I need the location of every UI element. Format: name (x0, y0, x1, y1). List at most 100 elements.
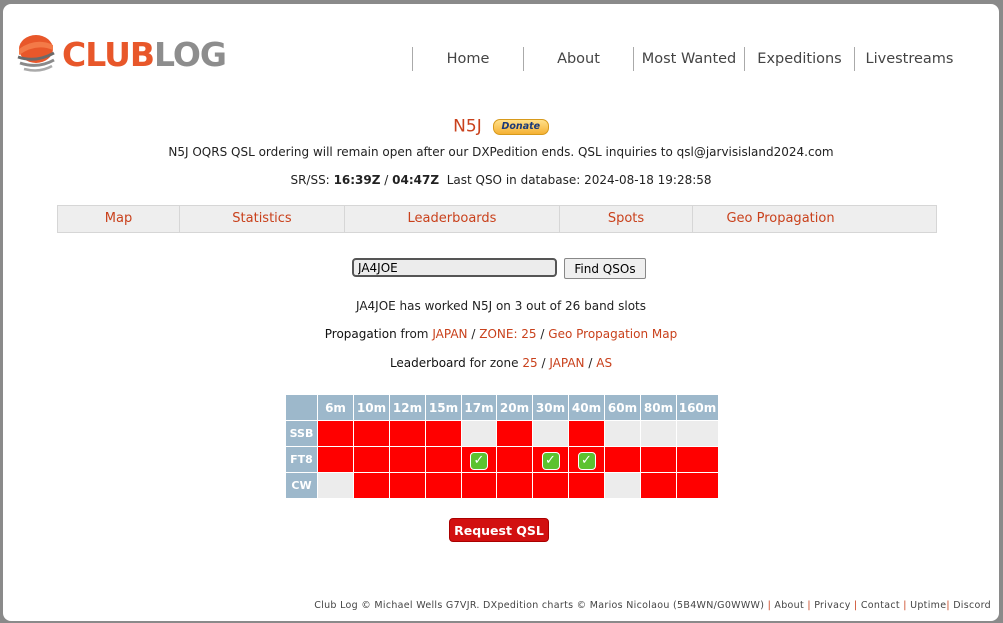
footer-separator: | (903, 600, 907, 611)
tab-leaderboards[interactable]: Leaderboards (345, 206, 560, 232)
clublog-logo[interactable]: CLUBLOG (16, 31, 227, 81)
slot-cell-needed (353, 446, 390, 473)
footer: Club Log © Michael Wells G7VJR. DXpediti… (314, 600, 991, 611)
slot-cell-empty (604, 472, 641, 499)
tab-map[interactable]: Map (58, 206, 180, 232)
last-qso-label: Last QSO in database: (446, 173, 581, 187)
leaderboard-zone-link[interactable]: 25 (522, 356, 537, 370)
leaderboard-country-link[interactable]: JAPAN (549, 356, 584, 370)
nav-most-wanted[interactable]: Most Wanted (633, 47, 744, 71)
footer-separator: | (854, 600, 858, 611)
last-qso-value: 2024-08-18 19:28:58 (584, 173, 712, 187)
nav-livestreams[interactable]: Livestreams (854, 47, 964, 71)
slot-cell-worked: ✓ (532, 446, 569, 473)
footer-link-contact[interactable]: Contact (861, 600, 900, 611)
donate-button[interactable]: Donate (492, 118, 549, 135)
separator-slash: / (540, 327, 545, 341)
slot-cell-needed (640, 446, 677, 473)
slot-cell-needed (568, 420, 605, 447)
propagation-country-link[interactable]: JAPAN (432, 327, 467, 341)
nav-expeditions[interactable]: Expeditions (744, 47, 854, 71)
sunrise-time: 16:39Z (333, 173, 381, 187)
tab-geo-propagation[interactable]: Geo Propagation (693, 206, 868, 232)
footer-separator: | (767, 600, 772, 611)
slot-cell-needed (461, 472, 497, 499)
slot-cell-empty (676, 420, 719, 447)
slot-cell-empty (317, 472, 354, 499)
mode-header: CW (285, 472, 318, 499)
logo-log-text: LOG (154, 35, 227, 74)
slot-cell-needed (604, 446, 641, 473)
page-frame: CLUBLOG Home About Most Wanted Expeditio… (3, 4, 999, 621)
band-header: 160m (676, 394, 719, 421)
band-header: 17m (461, 394, 497, 421)
slot-cell-needed (389, 472, 426, 499)
slot-cell-empty (532, 420, 569, 447)
callsign-search-input[interactable] (352, 258, 557, 277)
band-slot-grid: 6m 10m 12m 15m 17m 20m 30m 40m 60m 80m 160m SSB FT8 ✓… (285, 394, 719, 499)
checkmark-icon: ✓ (577, 452, 596, 470)
slot-cell-needed (425, 420, 462, 447)
slot-cell-needed (389, 446, 426, 473)
footer-link-privacy[interactable]: Privacy (814, 600, 851, 611)
propagation-zone-link[interactable]: ZONE: 25 (479, 327, 536, 341)
slot-cell-worked: ✓ (461, 446, 497, 473)
slot-cell-needed (389, 420, 426, 447)
tab-spots[interactable]: Spots (560, 206, 693, 232)
propagation-from-text: from (400, 327, 429, 341)
leaderboard-for-zone-text: for zone (469, 356, 519, 370)
page-title: N5J (453, 116, 482, 137)
slot-cell-needed (425, 446, 462, 473)
leaderboard-continent-link[interactable]: AS (596, 356, 612, 370)
slot-cell-needed (496, 446, 533, 473)
band-header: 6m (317, 394, 354, 421)
find-qsos-button[interactable]: Find QSOs (564, 258, 646, 279)
mode-header: SSB (285, 420, 318, 447)
section-tabs: Map Statistics Leaderboards Spots Geo Pr… (57, 205, 937, 233)
grid-corner (285, 394, 318, 421)
slot-cell-empty (461, 420, 497, 447)
leaderboard-line: Leaderboard for zone 25 / JAPAN / AS (3, 356, 999, 370)
slot-cell-needed (353, 420, 390, 447)
band-header: 12m (389, 394, 426, 421)
band-header: 30m (532, 394, 569, 421)
sunset-time: 04:47Z (392, 173, 440, 187)
nav-about[interactable]: About (523, 47, 633, 71)
band-header: 60m (604, 394, 641, 421)
footer-link-about[interactable]: About (774, 600, 804, 611)
nav-home[interactable]: Home (412, 47, 523, 71)
tab-statistics[interactable]: Statistics (180, 206, 345, 232)
result-summary: JA4JOE has worked N5J on 3 out of 26 ban… (355, 299, 646, 313)
band-header: 40m (568, 394, 605, 421)
propagation-heading: Propagation (324, 327, 397, 341)
geo-propagation-map-link[interactable]: Geo Propagation Map (548, 327, 677, 341)
slot-cell-needed (640, 472, 677, 499)
slot-cell-needed (568, 472, 605, 499)
separator-slash: / (471, 327, 476, 341)
slot-cell-needed (425, 472, 462, 499)
leaderboard-heading: Leaderboard (389, 356, 466, 370)
request-qsl-button[interactable]: Request QSL (449, 518, 549, 542)
slot-cell-needed (353, 472, 390, 499)
footer-separator: | (807, 600, 811, 611)
band-header: 15m (425, 394, 462, 421)
footer-separator: | (946, 600, 950, 611)
top-nav: Home About Most Wanted Expeditions Lives… (412, 46, 964, 72)
propagation-line: Propagation from JAPAN / ZONE: 25 / Geo … (3, 327, 999, 341)
band-header: 10m (353, 394, 390, 421)
slot-cell-needed (317, 446, 354, 473)
title-row: N5J Donate (3, 116, 999, 137)
srss-label: SR/SS: (290, 173, 330, 187)
slot-cell-needed (317, 420, 354, 447)
separator-slash: / (588, 356, 593, 370)
footer-credit: Club Log © Michael Wells G7VJR. DXpediti… (314, 600, 765, 611)
slot-cell-empty (604, 420, 641, 447)
separator-slash: / (541, 356, 546, 370)
slot-cell-worked: ✓ (568, 446, 605, 473)
qsl-notice: N5J OQRS QSL ordering will remain open a… (168, 145, 834, 159)
mode-header: FT8 (285, 446, 318, 473)
footer-link-discord[interactable]: Discord (953, 600, 991, 611)
slot-cell-needed (496, 420, 533, 447)
slot-cell-needed (676, 472, 719, 499)
footer-link-uptime[interactable]: Uptime (910, 600, 946, 611)
